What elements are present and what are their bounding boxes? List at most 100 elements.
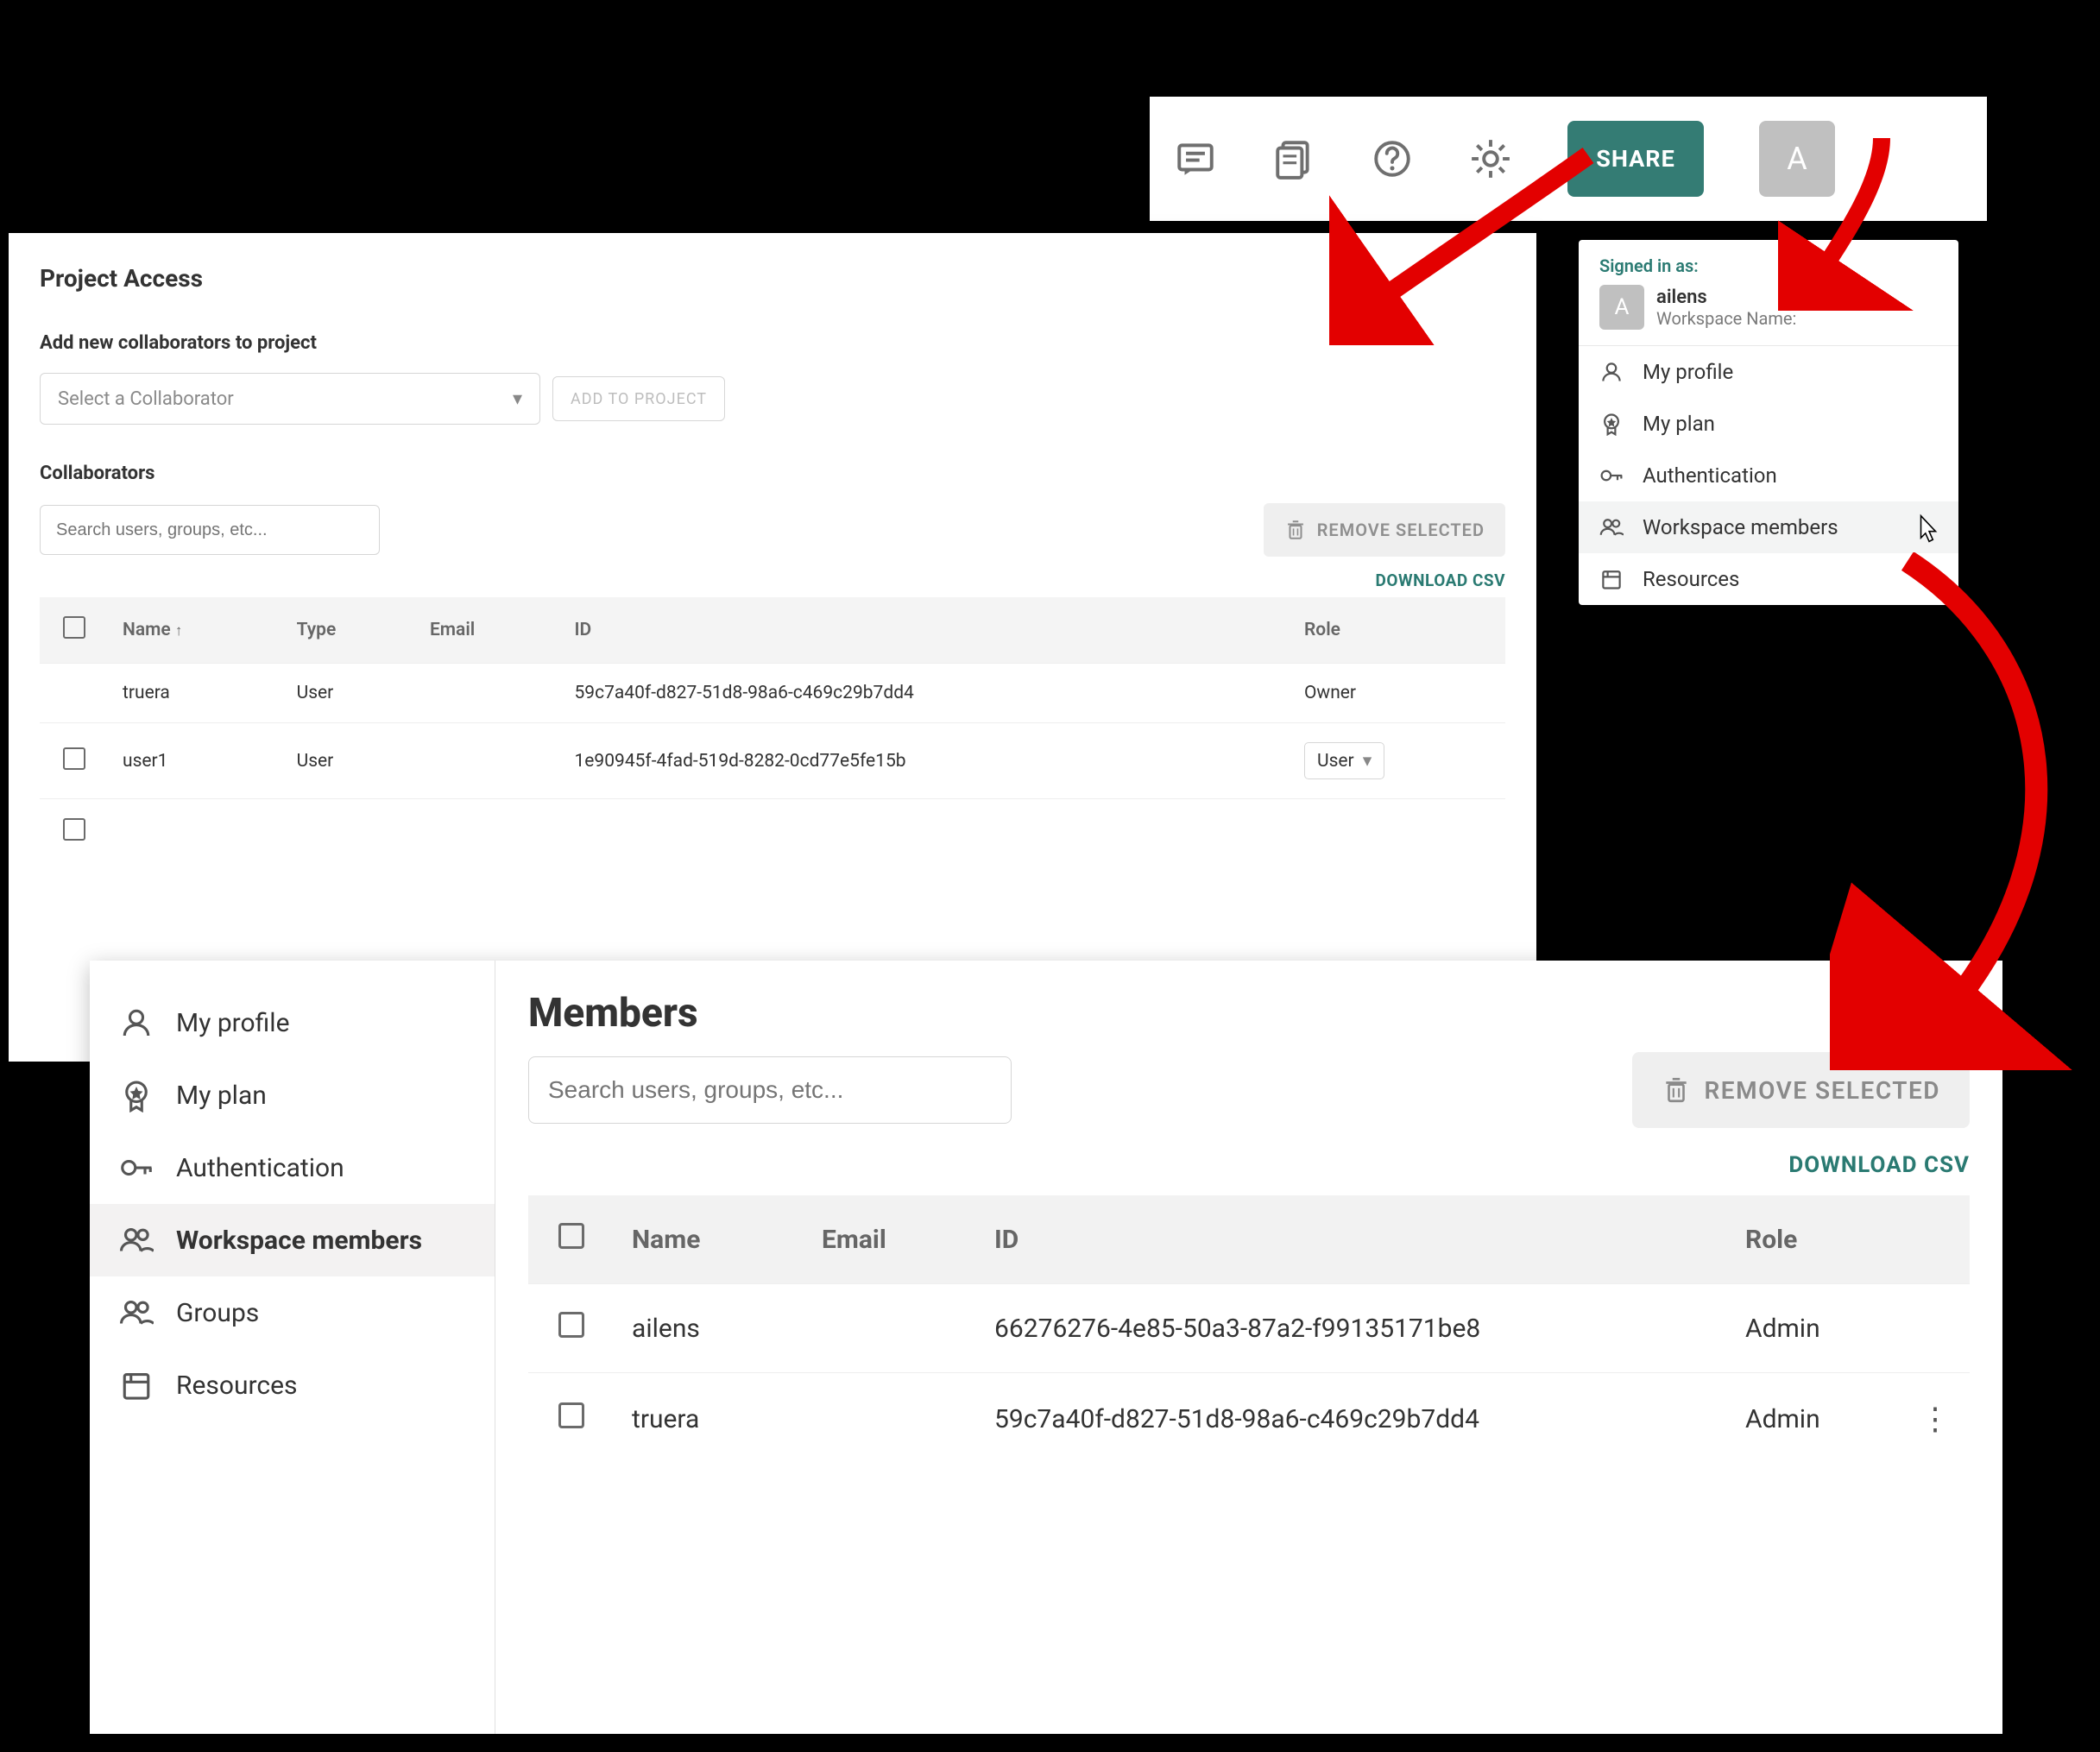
cell-email	[804, 1284, 977, 1373]
col-role[interactable]: Role	[1290, 597, 1505, 664]
cell-id: 66276276-4e85-50a3-87a2-f99135171be8	[977, 1284, 1728, 1373]
collaborators-table: Name ↑ Type Email ID Role truera User 59…	[40, 597, 1505, 865]
plan-icon	[1599, 412, 1624, 436]
cell-name: ailens	[615, 1284, 804, 1373]
trash-icon	[1284, 519, 1307, 541]
row-checkbox[interactable]	[63, 747, 85, 770]
avatar-button[interactable]: A	[1759, 121, 1835, 197]
col-email[interactable]: Email	[416, 597, 561, 664]
docs-icon[interactable]	[1272, 137, 1315, 180]
cell-email	[416, 664, 561, 723]
remove-selected-label: REMOVE SELECTED	[1317, 520, 1485, 540]
workspace-members-panel: My profile My plan Authentication Workspace…	[90, 961, 2002, 1734]
sidebar-nav-label: Authentication	[176, 1153, 344, 1183]
select-all-members-checkbox[interactable]	[558, 1223, 584, 1249]
dropdown-avatar: A	[1599, 285, 1644, 330]
dropdown-username: ailens	[1656, 287, 1796, 308]
sidebar-nav-authentication[interactable]: Authentication	[90, 1131, 495, 1204]
cell-name: user1	[109, 723, 283, 799]
table-row: truera 59c7a40f-d827-51d8-98a6-c469c29b7…	[528, 1373, 1970, 1465]
cursor-pointer-icon	[1914, 513, 1943, 545]
cell-role: Admin	[1728, 1284, 1901, 1373]
search-collaborators-field[interactable]	[56, 520, 363, 540]
role-value: Owner	[1304, 683, 1356, 703]
user-dropdown: Signed in as: A ailens Workspace Name: M…	[1579, 240, 1958, 605]
table-row: truera User 59c7a40f-d827-51d8-98a6-c469…	[40, 664, 1505, 723]
members-icon	[1599, 515, 1624, 539]
row-checkbox[interactable]	[558, 1402, 584, 1428]
collaborators-label: Collaborators	[40, 463, 1505, 484]
remove-selected-members-label: REMOVE SELECTED	[1705, 1076, 1940, 1105]
dropdown-item-label: Resources	[1643, 567, 1739, 591]
project-access-panel: Project Access Add new collaborators to …	[9, 233, 1536, 1062]
signed-in-label: Signed in as:	[1579, 240, 1958, 280]
chat-icon[interactable]	[1174, 137, 1217, 180]
sidebar-nav-my-profile[interactable]: My profile	[90, 986, 495, 1059]
sidebar-nav-my-plan[interactable]: My plan	[90, 1059, 495, 1131]
profile-icon	[119, 1005, 154, 1040]
settings-icon[interactable]	[1469, 137, 1512, 180]
dropdown-workspace-label: Workspace Name:	[1656, 308, 1796, 329]
row-checkbox[interactable]	[63, 818, 85, 841]
search-members-field[interactable]	[548, 1076, 992, 1104]
sidebar-nav-resources[interactable]: Resources	[90, 1349, 495, 1421]
members-title: Members	[528, 990, 1970, 1037]
sidebar-nav-groups[interactable]: Groups	[90, 1276, 495, 1349]
add-to-project-button[interactable]: ADD TO PROJECT	[552, 376, 725, 421]
remove-selected-members-button[interactable]: REMOVE SELECTED	[1632, 1052, 1970, 1128]
dropdown-item-profile[interactable]: My profile	[1579, 346, 1958, 398]
members-col-email[interactable]: Email	[804, 1195, 977, 1284]
cell-name: truera	[615, 1373, 804, 1465]
profile-icon	[1599, 360, 1624, 384]
members-table: Name Email ID Role ailens 66276276-4e85-…	[528, 1195, 1970, 1465]
plan-icon	[119, 1078, 154, 1112]
select-collaborator-placeholder: Select a Collaborator	[58, 388, 234, 410]
sidebar-nav-label: Groups	[176, 1298, 259, 1328]
sidebar-nav-label: My profile	[176, 1008, 289, 1038]
cell-role: Admin	[1728, 1373, 1901, 1465]
table-row	[40, 799, 1505, 866]
dropdown-item-plan[interactable]: My plan	[1579, 398, 1958, 450]
col-type[interactable]: Type	[283, 597, 416, 664]
dropdown-user-row: A ailens Workspace Name:	[1579, 280, 1958, 345]
share-button[interactable]: SHARE	[1567, 121, 1704, 197]
row-checkbox[interactable]	[558, 1312, 584, 1338]
more-icon[interactable]: ⋮	[1920, 1401, 1951, 1437]
sidebar-nav-label: Workspace members	[176, 1226, 422, 1256]
select-collaborator-dropdown[interactable]: Select a Collaborator ▾	[40, 373, 540, 425]
sidebar-nav-label: My plan	[176, 1081, 267, 1111]
resources-icon	[1599, 567, 1624, 591]
search-collaborators-input[interactable]	[40, 505, 380, 555]
dropdown-item-label: My profile	[1643, 360, 1733, 384]
members-icon	[119, 1295, 154, 1330]
dropdown-item-auth[interactable]: Authentication	[1579, 450, 1958, 501]
help-icon[interactable]	[1371, 137, 1414, 180]
col-name[interactable]: Name ↑	[109, 597, 283, 664]
cell-email	[416, 723, 561, 799]
members-col-id[interactable]: ID	[977, 1195, 1728, 1284]
members-col-name[interactable]: Name	[615, 1195, 804, 1284]
select-all-checkbox[interactable]	[63, 616, 85, 639]
dropdown-item-members[interactable]: Workspace members	[1579, 501, 1958, 553]
sidebar-nav-label: Resources	[176, 1371, 298, 1401]
cell-email	[804, 1373, 977, 1465]
table-row: user1 User 1e90945f-4fad-519d-8282-0cd77…	[40, 723, 1505, 799]
add-collaborators-label: Add new collaborators to project	[40, 332, 1505, 354]
chevron-down-icon: ▾	[513, 388, 522, 410]
cell-name: truera	[109, 664, 283, 723]
download-csv-link[interactable]: DOWNLOAD CSV	[40, 570, 1505, 590]
remove-selected-button[interactable]: REMOVE SELECTED	[1264, 503, 1505, 557]
auth-icon	[1599, 463, 1624, 488]
table-row: ailens 66276276-4e85-50a3-87a2-f99135171…	[528, 1284, 1970, 1373]
dropdown-item-label: My plan	[1643, 412, 1715, 436]
col-id[interactable]: ID	[560, 597, 1290, 664]
app-topbar: SHARE A	[1150, 97, 1987, 221]
auth-icon	[119, 1150, 154, 1185]
sort-asc-icon: ↑	[175, 622, 183, 640]
sidebar-nav-workspace-members[interactable]: Workspace members	[90, 1204, 495, 1276]
members-col-role[interactable]: Role	[1728, 1195, 1901, 1284]
role-select[interactable]: User ▾	[1304, 742, 1384, 779]
dropdown-item-resources[interactable]: Resources	[1579, 553, 1958, 605]
download-csv-members-link[interactable]: DOWNLOAD CSV	[528, 1152, 1970, 1178]
search-members-input[interactable]	[528, 1056, 1012, 1124]
